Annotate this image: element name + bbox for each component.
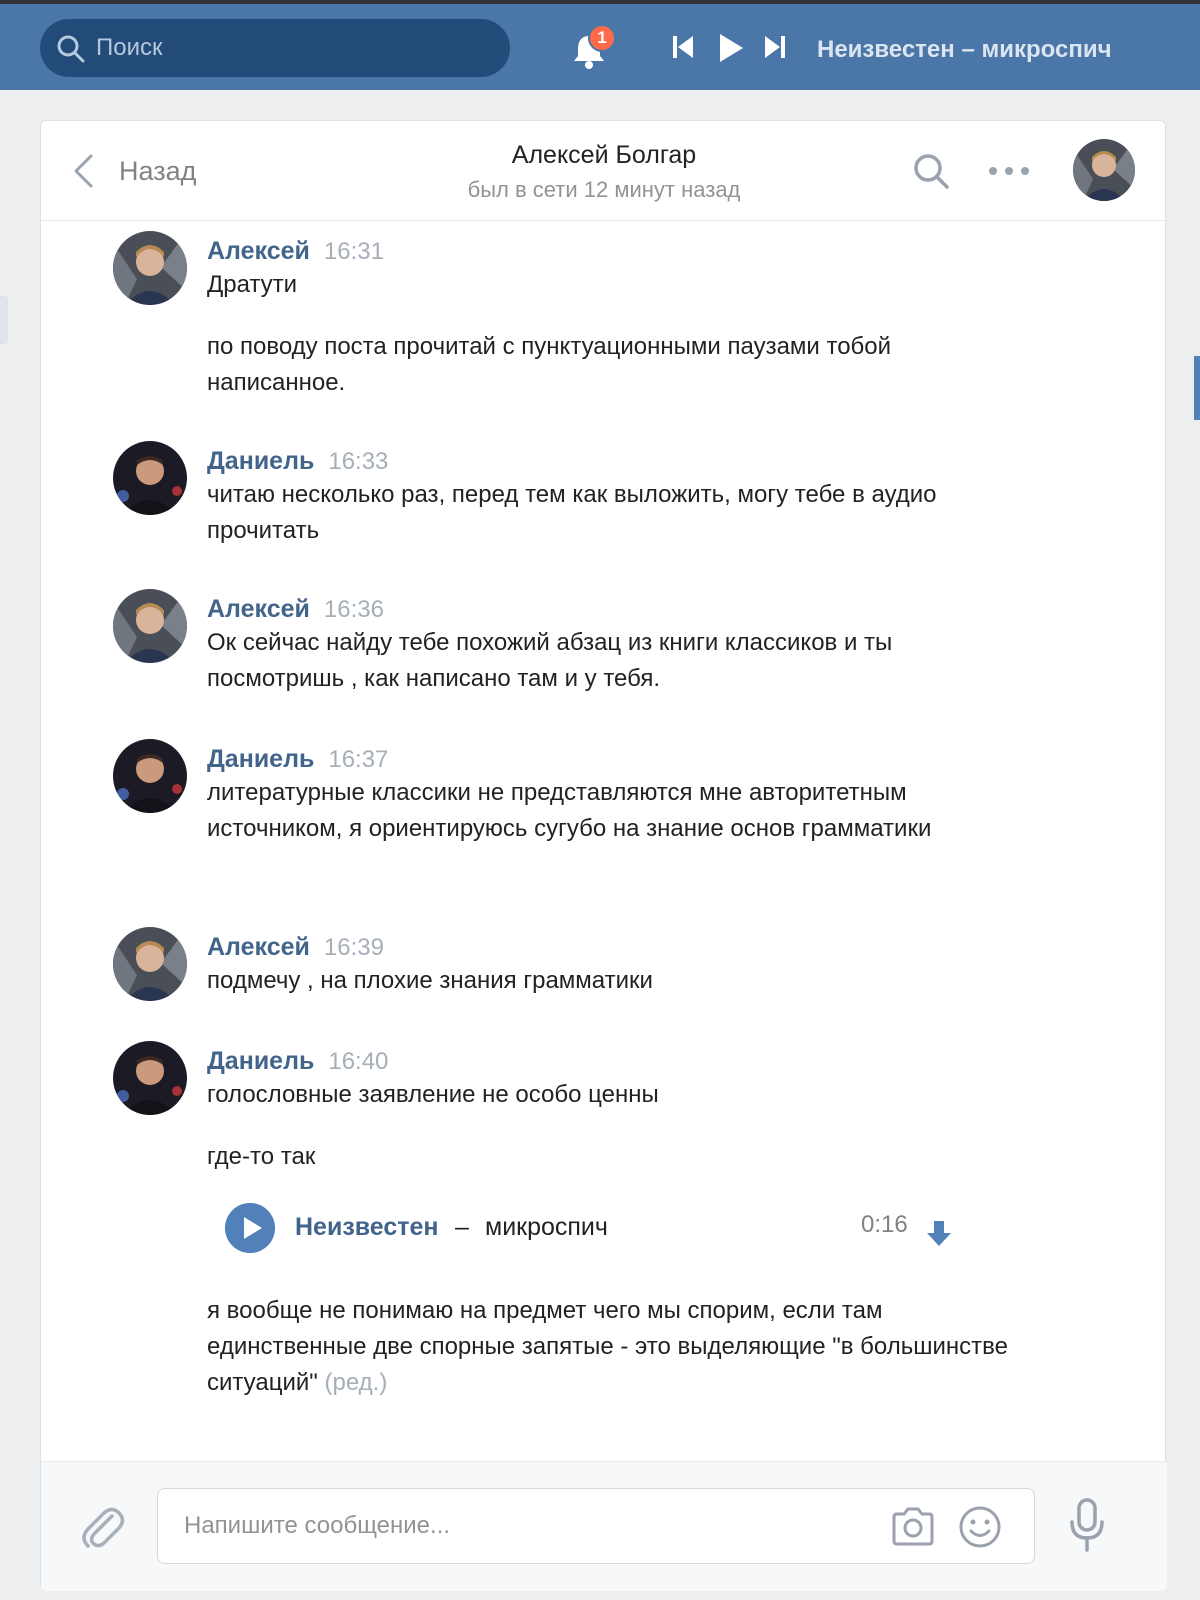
audio-separator: – bbox=[455, 1213, 469, 1241]
message-time: 16:31 bbox=[323, 238, 384, 265]
avatar[interactable] bbox=[113, 589, 187, 663]
message-text: читаю несколько раз, перед тем как вылож… bbox=[207, 481, 937, 544]
message-time: 16:37 bbox=[328, 746, 389, 773]
chat-panel: Назад Алексей Болгар был в сети 12 минут… bbox=[40, 120, 1167, 1591]
audio-artist[interactable]: Неизвестен bbox=[295, 1213, 439, 1242]
avatar[interactable] bbox=[113, 441, 187, 515]
right-scrollbar[interactable] bbox=[1194, 356, 1200, 420]
message-author[interactable]: Даниель 16:33 bbox=[207, 447, 388, 476]
message-text: Дратути bbox=[207, 271, 298, 298]
notification-badge: 1 bbox=[588, 24, 616, 52]
message-text: Ок сейчас найду тебе похожий абзац из кн… bbox=[207, 629, 893, 692]
microphone-icon[interactable] bbox=[1067, 1498, 1107, 1554]
search-icon[interactable] bbox=[911, 151, 951, 191]
chat-header: Назад Алексей Болгар был в сети 12 минут… bbox=[41, 121, 1167, 221]
download-icon[interactable] bbox=[925, 1219, 953, 1247]
message-text: подмечу , на плохие знания грамматики bbox=[207, 967, 653, 994]
message-input-box[interactable] bbox=[157, 1488, 1035, 1564]
audio-duration: 0:16 bbox=[861, 1211, 908, 1238]
previous-track-icon[interactable] bbox=[672, 34, 694, 60]
avatar[interactable] bbox=[113, 927, 187, 1001]
message-time: 16:39 bbox=[323, 934, 384, 961]
message-author[interactable]: Алексей 16:36 bbox=[207, 595, 384, 624]
attach-icon[interactable] bbox=[79, 1502, 125, 1552]
message-text: голословные заявление не особо ценны bbox=[207, 1081, 659, 1108]
message-author[interactable]: Даниель 16:37 bbox=[207, 745, 388, 774]
avatar[interactable] bbox=[113, 739, 187, 813]
next-track-icon[interactable] bbox=[764, 34, 786, 60]
avatar[interactable] bbox=[113, 1041, 187, 1115]
avatar[interactable] bbox=[1073, 139, 1135, 201]
top-bar: 1 Неизвестен – микроспич bbox=[0, 0, 1200, 90]
search-input[interactable] bbox=[96, 19, 496, 77]
audio-attachment[interactable]: Неизвестен – микроспич 0:16 bbox=[225, 1201, 985, 1257]
avatar[interactable] bbox=[113, 231, 187, 305]
camera-icon[interactable] bbox=[890, 1505, 936, 1549]
message-time: 16:36 bbox=[323, 596, 384, 623]
message-composer bbox=[41, 1461, 1167, 1591]
audio-title: микроспич bbox=[485, 1213, 608, 1241]
message-author[interactable]: Алексей 16:39 bbox=[207, 933, 384, 962]
message-text: где-то так bbox=[207, 1143, 316, 1170]
play-icon[interactable] bbox=[718, 32, 744, 64]
message-time: 16:33 bbox=[328, 448, 389, 475]
play-icon[interactable] bbox=[225, 1203, 275, 1253]
message-text: по поводу поста прочитай с пунктуационны… bbox=[207, 333, 892, 396]
search-icon bbox=[57, 35, 85, 63]
message-author[interactable]: Алексей 16:31 bbox=[207, 237, 384, 266]
edited-mark: (ред.) bbox=[324, 1369, 388, 1396]
smile-icon[interactable] bbox=[958, 1505, 1002, 1549]
message-input[interactable] bbox=[184, 1489, 864, 1563]
left-sidebar-edge bbox=[0, 296, 8, 344]
more-icon[interactable] bbox=[987, 161, 1031, 181]
message-text: литературные классики не представляются … bbox=[207, 779, 932, 842]
message-time: 16:40 bbox=[328, 1048, 389, 1075]
message-author[interactable]: Даниель 16:40 bbox=[207, 1047, 388, 1076]
message-text: я вообще не понимаю на предмет чего мы с… bbox=[207, 1297, 1008, 1396]
search-box[interactable] bbox=[40, 19, 510, 77]
now-playing-title[interactable]: Неизвестен – микроспич bbox=[817, 36, 1112, 64]
